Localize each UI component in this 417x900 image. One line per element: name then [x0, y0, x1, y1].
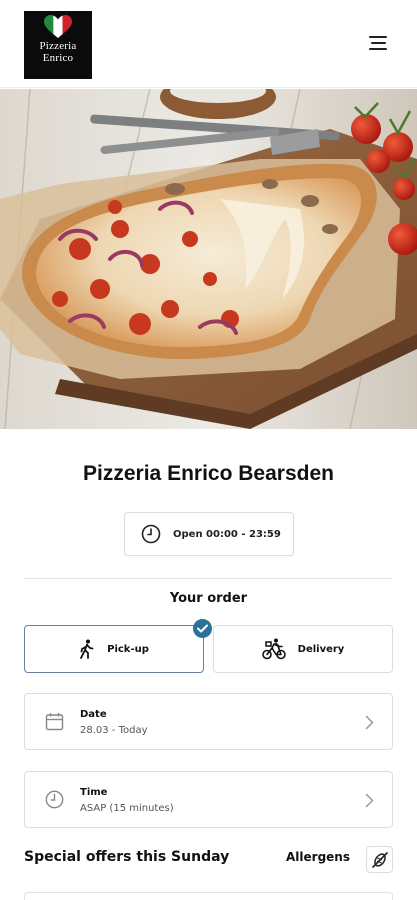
- hero-pizza-image: [0, 89, 417, 429]
- chevron-right-icon: [365, 715, 374, 730]
- italian-flag-heart-icon: [44, 15, 72, 38]
- time-label: Time: [80, 787, 108, 798]
- walking-person-icon: [80, 639, 94, 659]
- delivery-option-button[interactable]: Delivery: [213, 625, 393, 673]
- restaurant-logo[interactable]: Pizzeria Enrico: [24, 11, 92, 79]
- hamburger-menu-icon[interactable]: [369, 36, 387, 50]
- delivery-bike-icon: [261, 638, 286, 660]
- clock-icon: [45, 790, 64, 809]
- date-label: Date: [80, 709, 107, 720]
- time-value: ASAP (15 minutes): [80, 803, 174, 814]
- clock-icon: [141, 524, 161, 544]
- calendar-icon: [45, 713, 64, 731]
- pickup-label: Pick-up: [107, 643, 149, 655]
- opening-hours-text: Open 00:00 - 23:59: [173, 528, 281, 540]
- date-selector-row[interactable]: Date 28.03 - Today: [24, 693, 393, 750]
- page: Pizzeria Enrico Pizzeria Enrico Bearsden…: [0, 0, 417, 900]
- opening-hours-badge[interactable]: Open 00:00 - 23:59: [124, 512, 294, 556]
- allergens-link[interactable]: Allergens: [286, 850, 350, 864]
- special-offers-title: Special offers this Sunday: [24, 849, 230, 865]
- time-selector-row[interactable]: Time ASAP (15 minutes): [24, 771, 393, 828]
- no-allergen-icon: [371, 851, 388, 868]
- restaurant-name: Pizzeria Enrico Bearsden: [83, 462, 334, 485]
- selected-check-icon: [193, 619, 212, 638]
- logo-text-line2: Enrico: [42, 52, 74, 64]
- chevron-right-icon: [365, 793, 374, 808]
- delivery-label: Delivery: [297, 643, 345, 655]
- logo-text-line1: Pizzeria: [39, 40, 77, 52]
- date-value: 28.03 - Today: [80, 725, 148, 736]
- divider: [24, 578, 393, 579]
- order-section-title: Your order: [169, 591, 248, 606]
- offer-card[interactable]: [24, 892, 393, 900]
- allergens-button[interactable]: [366, 846, 393, 873]
- pizza-illustration: [0, 89, 417, 429]
- pickup-option-button[interactable]: Pick-up: [24, 625, 204, 673]
- header: Pizzeria Enrico: [0, 0, 417, 88]
